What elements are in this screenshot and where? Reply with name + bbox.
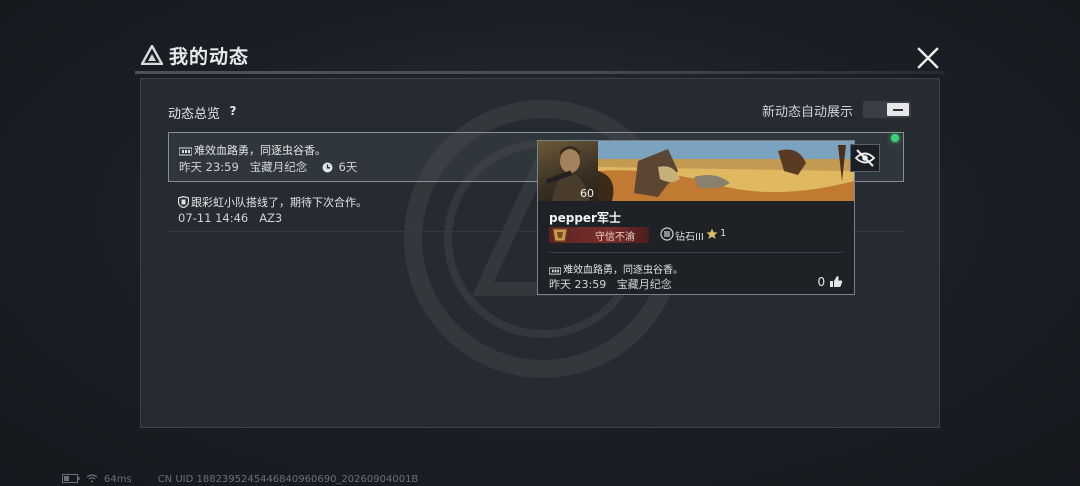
title-underline — [135, 71, 945, 74]
rank-title: 守信不渝 — [595, 232, 635, 243]
feed-time: 07-11 14:46 — [178, 211, 249, 225]
card-post-meta: 昨天 23:59 宝藏月纪念 — [549, 276, 672, 292]
thumbs-up-icon — [830, 276, 843, 287]
feed-tag: AZ3 — [259, 211, 283, 225]
banner-art — [598, 141, 854, 201]
star-count: 1 — [720, 228, 727, 239]
medal-icon — [549, 267, 561, 275]
feed-item-text: 跟彩虹小队搭线了，期待下次合作。 — [178, 194, 367, 210]
like-button[interactable]: 0 — [818, 275, 843, 289]
card-post-text: 难效血路勇，同逐虫谷香。 — [549, 261, 683, 276]
feed-time: 昨天 23:59 — [179, 160, 239, 174]
card-post-value: 难效血路勇，同逐虫谷香。 — [563, 265, 683, 276]
rank-badge-icon — [552, 228, 568, 242]
feed-text-value: 跟彩虹小队搭线了，期待下次合作。 — [191, 196, 367, 209]
help-icon[interactable]: ? — [225, 103, 241, 119]
profile-banner — [598, 141, 854, 201]
battery-icon — [62, 474, 80, 483]
hide-eye-icon — [854, 149, 876, 167]
like-count: 0 — [817, 275, 826, 289]
hide-eye-button[interactable] — [850, 144, 880, 172]
player-name: pepper军士 — [549, 211, 621, 225]
status-bar: 64ms CN UID 1882395245446840960690_202609… — [62, 474, 426, 485]
star-icon — [706, 228, 718, 239]
window-title: 我的动态 — [169, 46, 250, 68]
overview-label: 动态总览 — [168, 107, 221, 122]
tier-label: 钻石III — [675, 232, 704, 243]
card-divider — [549, 252, 843, 253]
feed-item-text: 难效血路勇，同逐虫谷香。 — [179, 142, 326, 158]
wifi-icon — [86, 474, 98, 483]
feed-item-meta: 昨天 23:59 宝藏月纪念 6天 — [179, 159, 357, 175]
player-level: 60 — [580, 187, 594, 200]
feed-tag: 宝藏月纪念 — [249, 160, 308, 174]
online-indicator — [891, 134, 899, 142]
title-logo-icon — [141, 45, 163, 65]
feed-item-meta: 07-11 14:46 AZ3 — [178, 211, 282, 225]
card-tag: 宝藏月纪念 — [616, 278, 672, 291]
card-time: 昨天 23:59 — [549, 278, 607, 291]
auto-show-toggle[interactable] — [863, 101, 911, 118]
shield-icon — [178, 196, 189, 208]
title-bar: 我的动态 — [135, 40, 945, 74]
ping-value: 64ms — [104, 474, 132, 485]
feed-duration: 6天 — [338, 160, 358, 174]
auto-show-label: 新动态自动展示 — [762, 105, 854, 120]
uid-value: CN UID 1882395245446840960690_2026090400… — [157, 474, 419, 485]
diamond-tier-icon — [660, 227, 674, 241]
toggle-knob — [887, 103, 909, 116]
avatar[interactable]: 60 — [538, 141, 598, 201]
feed-text-value: 难效血路勇，同逐虫谷香。 — [194, 144, 326, 157]
close-icon[interactable] — [914, 44, 942, 72]
clock-icon — [322, 162, 333, 173]
medal-icon — [179, 147, 192, 156]
profile-card: 60 pepper军士 守信不渝 钻石III 1 难效血路勇，同逐虫谷香。 昨天… — [537, 140, 880, 295]
